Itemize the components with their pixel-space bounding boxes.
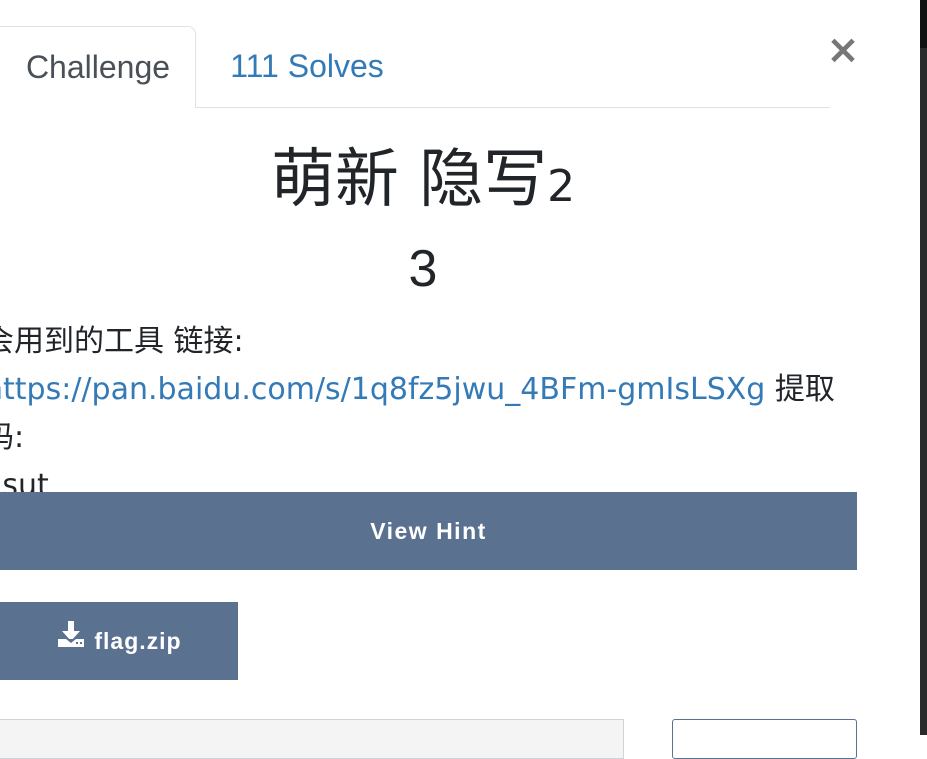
submit-button[interactable] (672, 719, 857, 759)
challenge-description: 会用到的工具 链接: https://pan.baidu.com/s/1q8fz… (0, 318, 854, 510)
download-link[interactable]: https://pan.baidu.com/s/1q8fz5jwu_4BFm-g… (0, 372, 765, 407)
close-icon: × (826, 27, 860, 73)
challenge-title-suffix: 2 (547, 161, 576, 212)
scrollbar-thumb[interactable] (920, 0, 927, 48)
challenge-tabs: Challenge 111 Solves (0, 0, 830, 108)
scrollbar-track[interactable] (920, 0, 927, 735)
file-download-button[interactable]: flag.zip (0, 602, 238, 680)
challenge-title-main: 萌新 隐写 (270, 143, 548, 217)
file-download-label: flag.zip (94, 628, 182, 654)
close-button[interactable]: × (826, 28, 860, 72)
tab-challenge[interactable]: Challenge (0, 26, 196, 108)
description-line-2: https://pan.baidu.com/s/1q8fz5jwu_4BFm-g… (0, 366, 854, 462)
description-line-1: 会用到的工具 链接: (0, 324, 244, 359)
challenge-modal: Challenge 111 Solves × 萌新 隐写2 3 会用到的工具 链… (0, 0, 920, 759)
challenge-points: 3 (408, 240, 438, 298)
flag-input[interactable] (0, 719, 624, 759)
view-hint-button[interactable]: View Hint (0, 492, 857, 570)
challenge-title: 萌新 隐写2 (0, 140, 846, 227)
tab-solves[interactable]: 111 Solves (196, 26, 418, 107)
download-icon (56, 602, 86, 680)
